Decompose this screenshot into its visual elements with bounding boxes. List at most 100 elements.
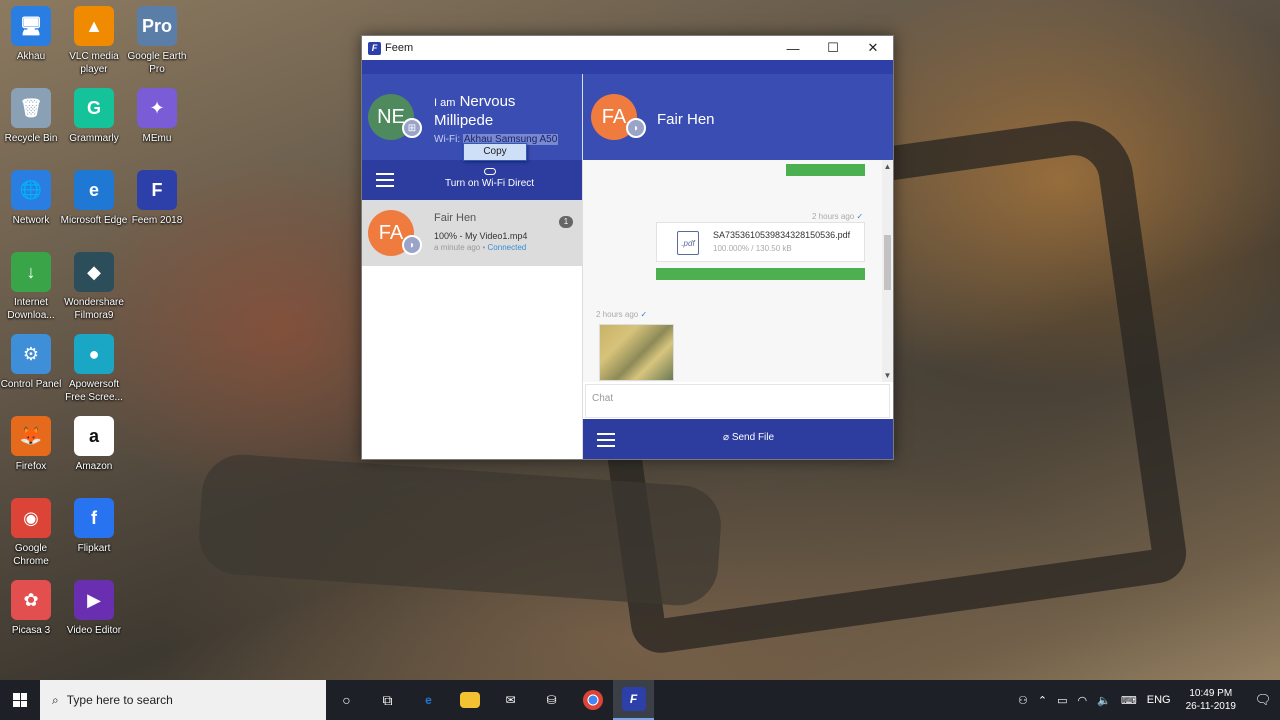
my-avatar-initials: NE [377,105,405,128]
desktop-icon[interactable]: ◆ Wondershare Filmora9 [59,252,129,322]
chat-pane: FA ◗ Fair Hen 2 hours ago ✓ .pdf SA73536… [583,74,893,459]
feem-logo-icon: F [368,41,381,55]
app-icon: ● [74,334,114,374]
chat-peer-initials: FA [601,105,627,128]
message-list[interactable]: 2 hours ago ✓ .pdf SA7353610539834328150… [583,160,882,382]
clock[interactable]: 10:49 PM 26-11-2019 [1176,687,1246,713]
name-prefix: I am [434,97,456,109]
tray-chevron-icon[interactable]: ⌃ [1033,694,1052,707]
task-view-icon[interactable]: ⧉ [367,680,408,720]
taskbar-chrome-icon[interactable] [572,680,613,720]
desktop-icon[interactable]: 🖥 Akhau [0,6,66,63]
volume-icon[interactable]: 🔈 [1092,694,1116,707]
chat-menu-icon[interactable] [597,433,615,447]
app-icon: 🗑 [11,88,51,128]
peer-name: Fair Hen [434,212,477,224]
left-toolbar: Turn on Wi-Fi Direct [362,160,582,200]
desktop-icon-label: Network [12,215,50,226]
start-button[interactable] [0,680,40,720]
desktop-icon-label: Control Panel [0,379,62,390]
desktop-icon-label: Internet Downloa... [7,297,55,321]
desktop-icon[interactable]: ↓ Internet Downloa... [0,252,66,322]
wifi-direct-label: Turn on Wi-Fi Direct [444,178,535,189]
language-indicator[interactable]: ENG [1142,694,1176,706]
scroll-down-icon[interactable]: ▼ [882,371,893,380]
search-placeholder: Type here to search [66,693,173,707]
app-icon: Pro [137,6,177,46]
taskbar: ⌕ Type here to search ○ ⧉ e ✉ ⛁ F ⚇ ⌃ ▭ … [0,680,1280,720]
desktop-icon[interactable]: ◉ Google Chrome [0,498,66,568]
wifi-direct-toggle[interactable]: Turn on Wi-Fi Direct [422,168,557,189]
taskbar-feem-icon[interactable]: F [613,680,654,720]
people-icon[interactable]: ⚇ [1013,694,1033,707]
desktop-icon[interactable]: ● Apowersoft Free Scree... [59,334,129,404]
pdf-file-icon: .pdf [677,231,699,255]
copy-context-menu-item[interactable]: Copy [463,143,527,161]
app-icon: a [74,416,114,456]
delivered-check-icon: ✓ [640,310,648,319]
taskbar-store-icon[interactable]: ⛁ [531,680,572,720]
app-icon: 🦊 [11,416,51,456]
message-scrollbar[interactable]: ▲ ▼ [882,160,893,382]
wifi-icon[interactable]: ◠ [1073,694,1093,707]
desktop-icon[interactable]: e Microsoft Edge [59,170,129,227]
desktop-icon[interactable]: ⚙ Control Panel [0,334,66,391]
desktop-icon[interactable]: ▲ VLC media player [59,6,129,76]
feem-window: F Feem — ☐ ✕ NE ⊞ I am Nervous Millipede… [361,35,894,460]
peer-connection-status: Connected [487,243,527,252]
desktop-icon[interactable]: 🦊 Firefox [0,416,66,473]
chat-header: FA ◗ Fair Hen [583,74,893,160]
progress-fill [786,164,865,176]
progress-fill [656,268,865,280]
desktop-icon[interactable]: Pro Google Earth Pro [122,6,192,76]
keyboard-icon[interactable]: ⌨ [1116,694,1142,707]
android-icon: ◗ [626,118,646,138]
android-icon: ◗ [402,235,422,255]
desktop-icon-label: Amazon [75,461,113,472]
image-message-thumbnail[interactable] [599,324,674,381]
my-device-name[interactable]: I am Nervous Millipede [434,93,574,129]
desktop-icon[interactable]: ✿ Picasa 3 [0,580,66,637]
peer-list-item[interactable]: FA ◗ Fair Hen 100% - My Video1.mp4 a min… [362,200,582,266]
battery-icon[interactable]: ▭ [1052,694,1072,707]
desktop-icon-label: VLC media player [69,51,119,75]
chat-peer-name: Fair Hen [657,111,715,128]
window-title: Feem [385,42,414,54]
app-icon: ◉ [11,498,51,538]
maximize-button[interactable]: ☐ [813,40,853,56]
left-pane: NE ⊞ I am Nervous Millipede Wi-Fi: Akhau… [362,74,583,459]
scroll-up-icon[interactable]: ▲ [882,162,893,171]
taskbar-mail-icon[interactable]: ✉ [490,680,531,720]
file-message[interactable]: .pdf SA735361053983432815053​6.pdf 100.0… [656,222,865,262]
desktop-icon[interactable]: a Amazon [59,416,129,473]
chat-input[interactable]: Chat [585,384,890,418]
send-file-button[interactable]: ⌀ Send File [723,432,774,443]
cortana-icon[interactable]: ○ [326,680,367,720]
taskbar-search[interactable]: ⌕ Type here to search [40,680,326,720]
toggle-icon [483,168,496,175]
app-icon: ⚙ [11,334,51,374]
title-bar[interactable]: F Feem — ☐ ✕ [362,36,893,60]
desktop-icon[interactable]: ✦ MEmu [122,88,192,145]
menu-icon[interactable] [376,173,394,187]
peer-last-file: 100% - My Video1.mp4 [434,231,528,241]
taskbar-edge-icon[interactable]: e [408,680,449,720]
desktop-icon[interactable]: 🌐 Network [0,170,66,227]
desktop-icon-label: Wondershare Filmora9 [64,297,124,321]
app-icon: 🖥 [11,6,51,46]
close-button[interactable]: ✕ [853,40,893,56]
desktop-icon[interactable]: 🗑 Recycle Bin [0,88,66,145]
notification-icon[interactable]: 🗨 [1246,692,1280,708]
app-icon: e [74,170,114,210]
chat-toolbar: ⌀ Send File [583,419,893,459]
taskbar-file-explorer-icon[interactable] [449,680,490,720]
desktop-icon[interactable]: f Flipkart [59,498,129,555]
unread-count-badge: 1 [559,216,573,228]
desktop-icon[interactable]: F Feem 2018 [122,170,192,227]
desktop-icon[interactable]: G Grammarly [59,88,129,145]
scroll-thumb[interactable] [884,235,891,290]
desktop-icon[interactable]: ▶ Video Editor [59,580,129,637]
timestamp-text: 2 hours ago [596,310,639,319]
minimize-button[interactable]: — [773,41,813,56]
my-profile-header: NE ⊞ I am Nervous Millipede Wi-Fi: Akhau… [362,74,582,161]
